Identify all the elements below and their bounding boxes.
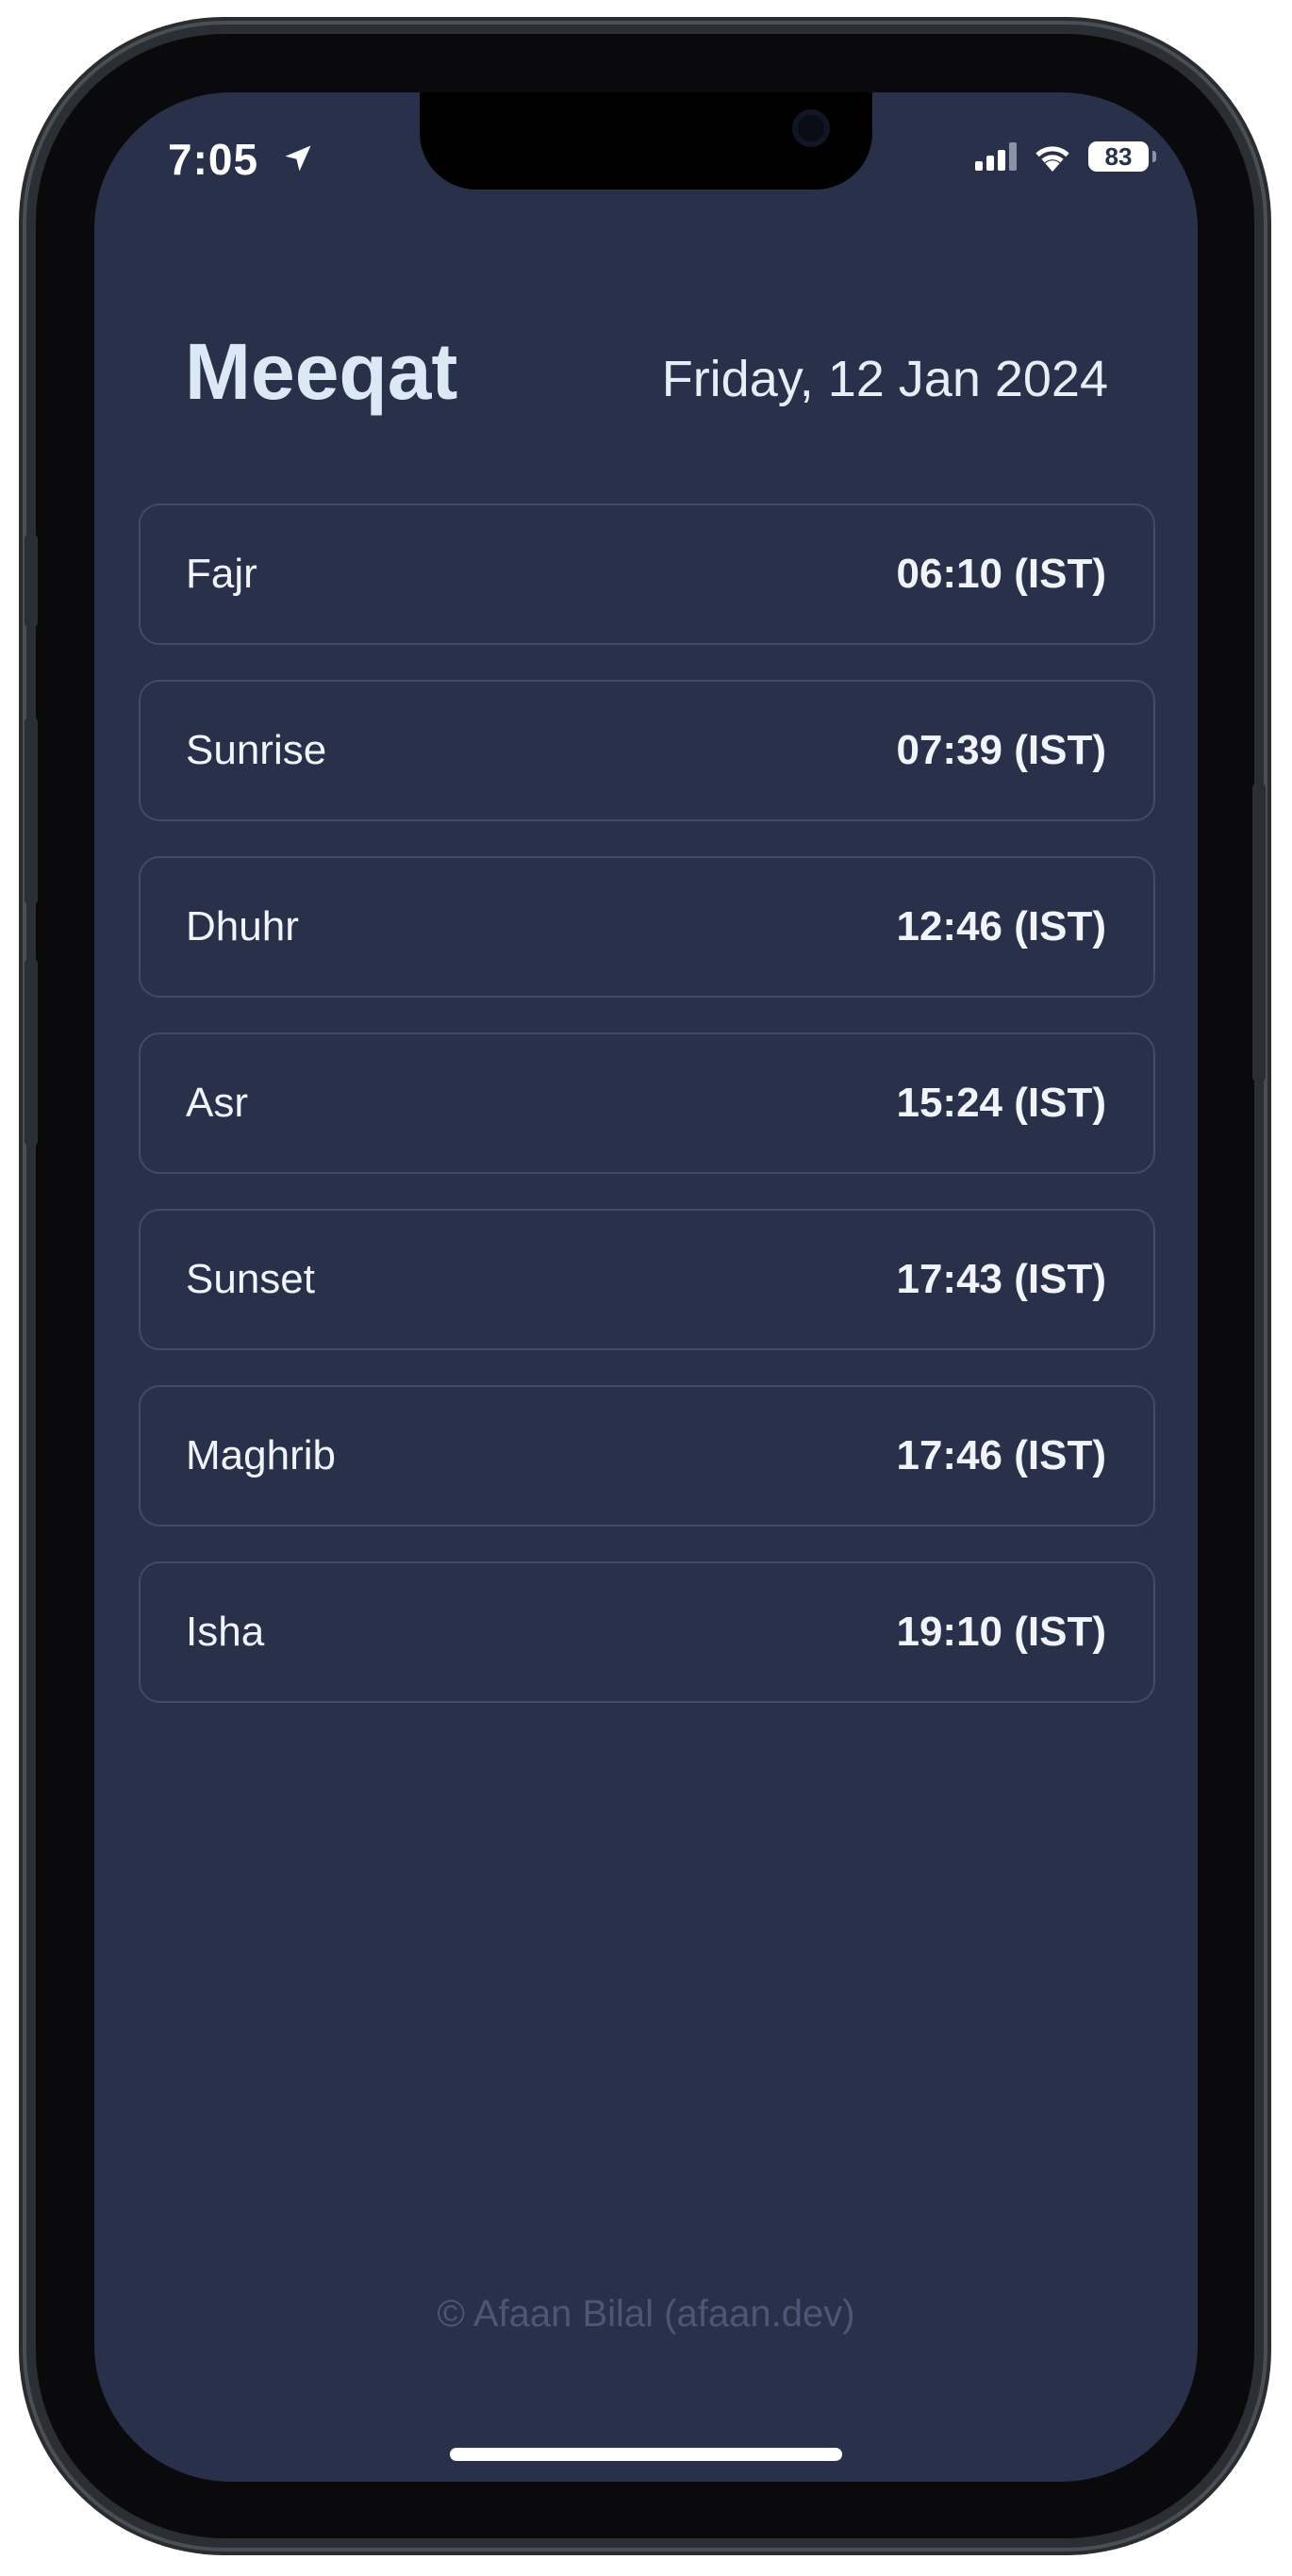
app-screen: 7:05 83 Meeqat Friday, 12 Jan 2024 Fajr …	[94, 92, 1198, 2482]
prayer-time: 17:43 (IST)	[896, 1256, 1106, 1302]
prayer-name: Sunset	[186, 1256, 315, 1302]
prayer-row-maghrib: Maghrib 17:46 (IST)	[139, 1385, 1155, 1527]
status-time: 7:05	[168, 135, 259, 184]
prayer-time: 07:39 (IST)	[896, 727, 1106, 773]
prayer-name: Sunrise	[186, 727, 327, 773]
prayer-name: Dhuhr	[186, 903, 299, 949]
home-indicator[interactable]	[450, 2448, 842, 2461]
cellular-signal-icon	[975, 142, 1017, 171]
location-arrow-icon	[285, 145, 311, 172]
footer-credit-link[interactable]: © Afaan Bilal (afaan.dev)	[94, 2293, 1198, 2336]
prayer-row-asr: Asr 15:24 (IST)	[139, 1032, 1155, 1174]
prayer-time: 17:46 (IST)	[896, 1432, 1106, 1478]
status-indicators: 83	[975, 140, 1156, 173]
prayer-row-sunset: Sunset 17:43 (IST)	[139, 1209, 1155, 1350]
wifi-icon	[1035, 146, 1069, 172]
prayer-time: 12:46 (IST)	[896, 903, 1106, 949]
current-date: Friday, 12 Jan 2024	[661, 351, 1108, 407]
app-title: Meeqat	[185, 327, 458, 416]
prayer-name: Asr	[186, 1080, 248, 1126]
front-camera	[792, 109, 830, 147]
volume-down-button	[25, 958, 38, 1147]
prayer-row-dhuhr: Dhuhr 12:46 (IST)	[139, 856, 1155, 998]
side-button	[1252, 783, 1266, 1082]
prayer-name: Isha	[186, 1609, 265, 1655]
volume-up-button	[25, 717, 38, 905]
prayer-name: Maghrib	[186, 1432, 336, 1478]
prayer-row-isha: Isha 19:10 (IST)	[139, 1561, 1155, 1703]
prayer-name: Fajr	[186, 551, 257, 597]
prayer-times-list: Fajr 06:10 (IST) Sunrise 07:39 (IST) Dhu…	[139, 504, 1155, 1738]
prayer-time: 15:24 (IST)	[896, 1080, 1106, 1126]
notch	[420, 92, 872, 190]
prayer-time: 06:10 (IST)	[896, 551, 1106, 597]
battery-icon: 83	[1088, 141, 1156, 172]
prayer-row-fajr: Fajr 06:10 (IST)	[139, 504, 1155, 645]
prayer-time: 19:10 (IST)	[896, 1609, 1106, 1655]
prayer-row-sunrise: Sunrise 07:39 (IST)	[139, 680, 1155, 821]
action-button	[25, 534, 38, 628]
